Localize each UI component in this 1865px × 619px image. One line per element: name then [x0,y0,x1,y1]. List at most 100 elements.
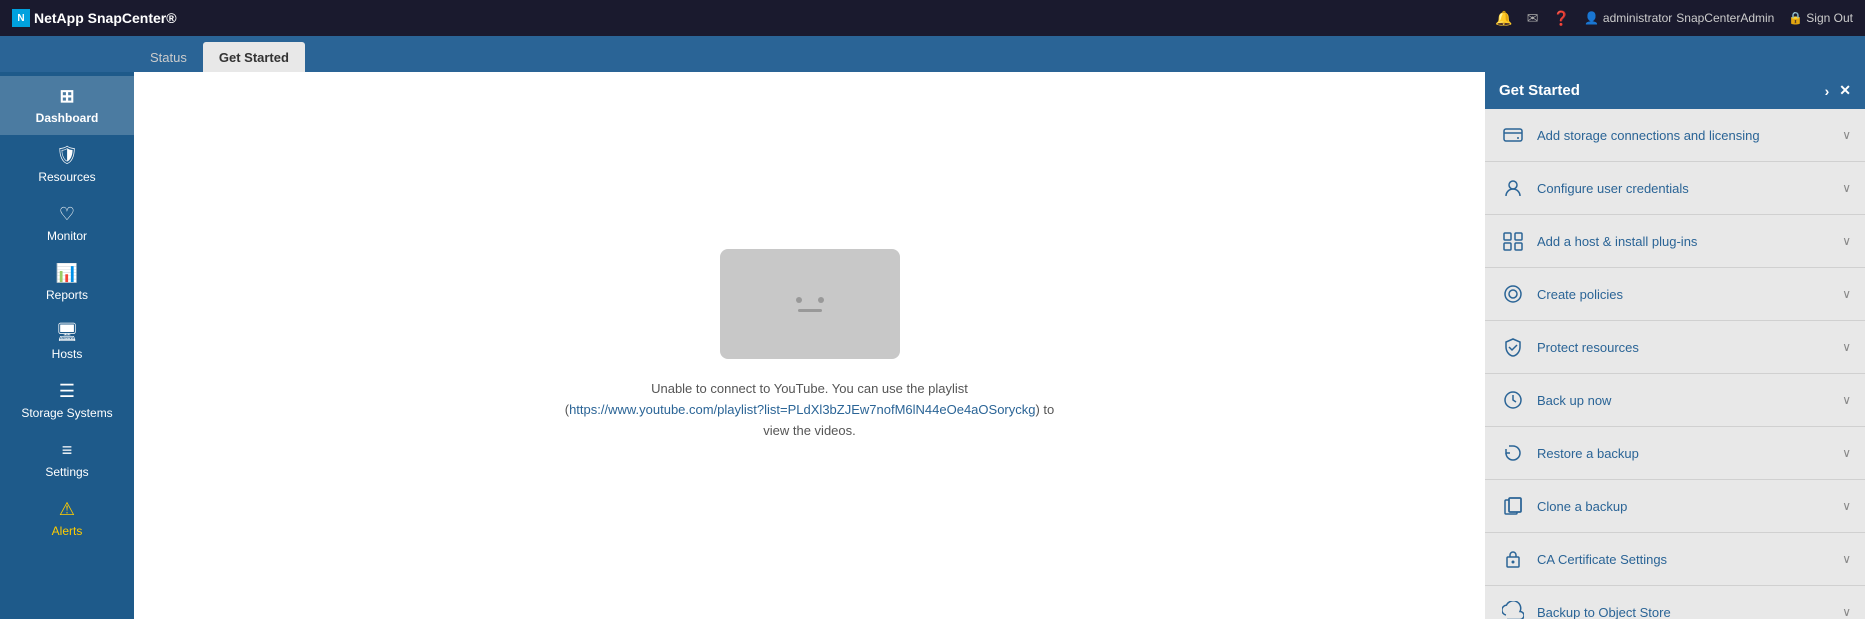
clone-backup-label: Clone a backup [1537,499,1627,514]
add-storage-chevron: ∨ [1842,128,1851,142]
content-area: Unable to connect to YouTube. You can us… [134,72,1485,619]
hosts-icon: 🖥 [56,322,79,343]
create-policies-icon [1499,280,1527,308]
create-policies-label: Create policies [1537,287,1623,302]
sidebar-item-storage-systems[interactable]: ☰ Storage Systems [0,371,134,430]
user-info[interactable]: 👤 administrator SnapCenterAdmin [1584,11,1774,25]
configure-user-label: Configure user credentials [1537,181,1689,196]
configure-user-chevron: ∨ [1842,181,1851,195]
backup-object-store-chevron: ∨ [1842,605,1851,619]
user-icon: 👤 [1584,11,1599,25]
add-storage-icon [1499,121,1527,149]
sidebar-label-settings: Settings [45,465,88,479]
protect-resources-chevron: ∨ [1842,340,1851,354]
clone-backup-chevron: ∨ [1842,499,1851,513]
add-host-chevron: ∨ [1842,234,1851,248]
back-up-now-chevron: ∨ [1842,393,1851,407]
get-started-panel: Get Started › ✕ Add storage connect [1485,72,1865,619]
ca-certificate-label: CA Certificate Settings [1537,552,1667,567]
panel-header-actions: › ✕ [1825,82,1851,99]
restore-backup-icon [1499,439,1527,467]
panel-item-ca-certificate[interactable]: CA Certificate Settings ∨ [1485,533,1865,586]
protect-resources-icon [1499,333,1527,361]
add-host-label: Add a host & install plug-ins [1537,234,1697,249]
sidebar-label-dashboard: Dashboard [36,111,99,125]
resources-icon: 🛡 [56,145,79,166]
storage-systems-icon: ☰ [59,381,75,402]
sidebar-item-alerts[interactable]: ⚠ Alerts [0,489,134,548]
mail-icon[interactable]: ✉ [1527,10,1539,27]
configure-user-icon [1499,174,1527,202]
sidebar-item-resources[interactable]: 🛡 Resources [0,135,134,194]
sidebar: ⊞ Dashboard 🛡 Resources ♡ Monitor 📊 Repo… [0,72,134,619]
bell-icon[interactable]: 🔔 [1495,10,1512,27]
restore-backup-label: Restore a backup [1537,446,1639,461]
backup-object-store-icon [1499,598,1527,619]
user-name: administrator [1603,11,1672,25]
sidebar-item-dashboard[interactable]: ⊞ Dashboard [0,76,134,135]
sidebar-label-hosts: Hosts [52,347,83,361]
netapp-logo: N NetApp SnapCenter® [12,9,177,27]
lock-icon: 🔒 [1788,11,1803,25]
back-up-now-icon [1499,386,1527,414]
tab-bar: Status Get Started [0,36,1865,72]
restore-backup-chevron: ∨ [1842,446,1851,460]
panel-item-backup-object-store[interactable]: Backup to Object Store ∨ [1485,586,1865,619]
panel-item-add-storage[interactable]: Add storage connections and licensing ∨ [1485,109,1865,162]
sidebar-label-storage-systems: Storage Systems [21,406,112,420]
sidebar-label-reports: Reports [46,288,88,302]
help-icon[interactable]: ❓ [1553,10,1570,27]
sad-face [796,297,824,312]
panel-item-create-policies[interactable]: Create policies ∨ [1485,268,1865,321]
dashboard-icon: ⊞ [59,86,74,107]
sidebar-item-hosts[interactable]: 🖥 Hosts [0,312,134,371]
back-up-now-label: Back up now [1537,393,1611,408]
video-placeholder: Unable to connect to YouTube. You can us… [560,249,1060,441]
panel-item-clone-backup[interactable]: Clone a backup ∨ [1485,480,1865,533]
backup-object-store-label: Backup to Object Store [1537,605,1671,619]
admin-label: SnapCenterAdmin [1676,11,1774,25]
video-error-message: Unable to connect to YouTube. You can us… [560,379,1060,441]
add-host-icon [1499,227,1527,255]
sign-out-label: Sign Out [1806,11,1853,25]
sidebar-item-settings[interactable]: ≡ Settings [0,430,134,489]
sidebar-item-monitor[interactable]: ♡ Monitor [0,194,134,253]
panel-item-protect-resources[interactable]: Protect resources ∨ [1485,321,1865,374]
panel-item-back-up-now[interactable]: Back up now ∨ [1485,374,1865,427]
panel-item-restore-backup[interactable]: Restore a backup ∨ [1485,427,1865,480]
ca-certificate-icon [1499,545,1527,573]
panel-close-button[interactable]: ✕ [1839,82,1851,99]
alerts-icon: ⚠ [59,499,75,520]
top-header: N NetApp SnapCenter® 🔔 ✉ ❓ 👤 administrat… [0,0,1865,36]
app-logo-area: N NetApp SnapCenter® [12,9,177,27]
playlist-link[interactable]: https://www.youtube.com/playlist?list=PL… [569,402,1035,417]
create-policies-chevron: ∨ [1842,287,1851,301]
panel-item-configure-user[interactable]: Configure user credentials ∨ [1485,162,1865,215]
sidebar-label-monitor: Monitor [47,229,87,243]
tab-status[interactable]: Status [134,42,203,72]
content-wrapper: Unable to connect to YouTube. You can us… [134,72,1865,619]
settings-icon: ≡ [62,440,73,461]
sidebar-item-reports[interactable]: 📊 Reports [0,253,134,312]
protect-resources-label: Protect resources [1537,340,1639,355]
main-layout: ⊞ Dashboard 🛡 Resources ♡ Monitor 📊 Repo… [0,72,1865,619]
clone-backup-icon [1499,492,1527,520]
logo-icon: N [12,9,30,27]
panel-item-add-host[interactable]: Add a host & install plug-ins ∨ [1485,215,1865,268]
sign-out-button[interactable]: 🔒 Sign Out [1788,11,1853,25]
add-storage-label: Add storage connections and licensing [1537,128,1760,143]
app-name: NetApp SnapCenter® [34,10,177,26]
mouth [798,309,822,312]
panel-chevron-right[interactable]: › [1825,83,1830,99]
tab-get-started[interactable]: Get Started [203,42,305,72]
right-eye [818,297,824,303]
sidebar-label-resources: Resources [38,170,95,184]
reports-icon: 📊 [56,263,78,284]
header-actions: 🔔 ✉ ❓ 👤 administrator SnapCenterAdmin 🔒 … [1495,10,1853,27]
left-eye [796,297,802,303]
monitor-icon: ♡ [59,204,75,225]
panel-header: Get Started › ✕ [1485,72,1865,109]
panel-title: Get Started [1499,82,1580,99]
ca-certificate-chevron: ∨ [1842,552,1851,566]
sidebar-label-alerts: Alerts [52,524,83,538]
